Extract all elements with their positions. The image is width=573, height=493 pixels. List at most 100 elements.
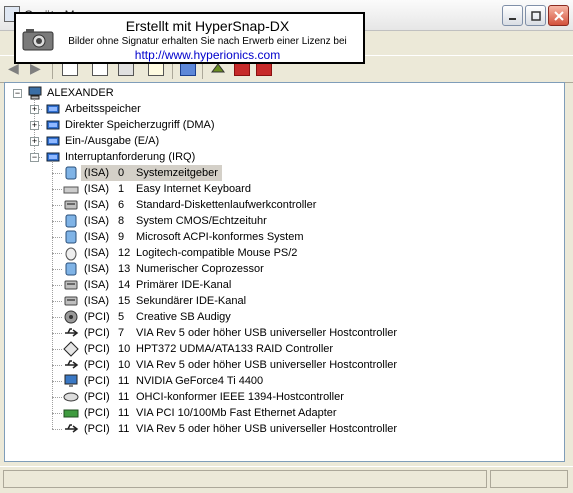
irq-list-item[interactable]: (ISA) 12 Logitech-compatible Mouse PS/2 <box>81 245 301 261</box>
expand-toggle[interactable]: + <box>30 105 39 114</box>
network-adapter-icon <box>63 405 79 421</box>
banner-link[interactable]: http://www.hyperionics.com <box>56 48 359 62</box>
tree-connector <box>52 333 62 334</box>
device-name: OHCI-konformer IEEE 1394-Hostcontroller <box>136 391 344 403</box>
computer-icon <box>27 85 43 101</box>
irq-list-item[interactable]: (PCI) 11 VIA Rev 5 oder höher USB universe… <box>81 421 401 437</box>
tree-category-label[interactable]: Arbeitsspeicher <box>65 101 141 117</box>
tree-root-label[interactable]: ALEXANDER <box>47 85 114 101</box>
device-name: Creative SB Audigy <box>136 311 231 323</box>
banner-subtitle: Bilder ohne Signatur erhalten Sie nach E… <box>68 36 347 47</box>
system-device-icon <box>63 165 79 181</box>
resource-icon <box>45 133 61 149</box>
usb-icon <box>63 421 79 437</box>
irq-bus: (PCI) <box>84 327 110 339</box>
expand-toggle[interactable]: + <box>30 137 39 146</box>
collapse-toggle[interactable]: − <box>30 153 39 162</box>
tree-connector <box>52 349 62 350</box>
irq-number: 5 <box>118 311 125 323</box>
resource-icon <box>45 149 61 165</box>
tree-connector <box>52 365 62 366</box>
irq-list-item[interactable]: (ISA) 15 Sekundärer IDE-Kanal <box>81 293 250 309</box>
irq-list-item[interactable]: (PCI) 5 Creative SB Audigy <box>81 309 235 325</box>
status-bar <box>0 466 573 493</box>
tree-connector <box>52 285 62 286</box>
device-name: Primärer IDE-Kanal <box>136 279 232 291</box>
irq-list-item[interactable]: (ISA) 14 Primärer IDE-Kanal <box>81 277 235 293</box>
device-name: VIA PCI 10/100Mb Fast Ethernet Adapter <box>136 407 337 419</box>
irq-list-item[interactable]: (PCI) 7 VIA Rev 5 oder höher USB universel… <box>81 325 401 341</box>
device-name: VIA Rev 5 oder höher USB universeller Ho… <box>136 359 398 371</box>
tree-category-label[interactable]: Interruptanforderung (IRQ) <box>65 149 195 165</box>
irq-bus: (ISA) <box>84 247 110 259</box>
ide-controller-icon <box>63 293 79 309</box>
irq-bus: (ISA) <box>84 199 110 211</box>
irq-list-item[interactable]: (ISA) 1 Easy Internet Keyboard <box>81 181 255 197</box>
irq-number: 10 <box>118 343 131 355</box>
close-icon <box>553 10 564 21</box>
tree-connector <box>52 413 62 414</box>
tree-connector <box>52 221 62 222</box>
irq-list-item[interactable]: (ISA) 9 Microsoft ACPI-konformes System <box>81 229 308 245</box>
status-pane-secondary <box>490 470 568 488</box>
irq-list-item[interactable]: (ISA) 0 Systemzeitgeber <box>81 165 222 181</box>
usb-icon <box>63 325 79 341</box>
device-name: Sekundärer IDE-Kanal <box>136 295 247 307</box>
irq-list-item[interactable]: (ISA) 13 Numerischer Coprozessor <box>81 261 268 277</box>
tree-category-label[interactable]: Direkter Speicherzugriff (DMA) <box>65 117 215 133</box>
status-pane-main <box>3 470 487 488</box>
collapse-toggle[interactable]: − <box>13 89 22 98</box>
irq-list-item[interactable]: (ISA) 6 Standard-Diskettenlaufwerkcontroll… <box>81 197 320 213</box>
tree-connector <box>52 317 62 318</box>
system-device-icon <box>63 229 79 245</box>
irq-list-item[interactable]: (PCI) 11 NVIDIA GeForce4 Ti 4400 <box>81 373 267 389</box>
maximize-button[interactable] <box>525 5 546 26</box>
irq-list-item[interactable]: (ISA) 8 System CMOS/Echtzeituhr <box>81 213 271 229</box>
irq-list-item[interactable]: (PCI) 10 HPT372 UDMA/ATA133 RAID Controlle… <box>81 341 337 357</box>
banner-title: Erstellt mit HyperSnap-DX <box>125 18 290 34</box>
tree-connector <box>52 205 62 206</box>
device-name: Logitech-compatible Mouse PS/2 <box>136 247 298 259</box>
device-name: NVIDIA GeForce4 Ti 4400 <box>136 375 264 387</box>
irq-number: 7 <box>118 327 125 339</box>
irq-bus: (PCI) <box>84 311 110 323</box>
irq-bus: (PCI) <box>84 423 110 435</box>
irq-bus: (ISA) <box>84 183 110 195</box>
minimize-button[interactable] <box>502 5 523 26</box>
expand-toggle[interactable]: + <box>30 121 39 130</box>
irq-list-item[interactable]: (PCI) 11 VIA PCI 10/100Mb Fast Ethernet Ad… <box>81 405 341 421</box>
tree-connector <box>52 161 53 429</box>
irq-bus: (PCI) <box>84 343 110 355</box>
minimize-icon <box>508 17 516 20</box>
irq-number: 11 <box>118 391 130 403</box>
maximize-icon <box>530 10 541 21</box>
irq-number: 15 <box>118 295 131 307</box>
firewire-icon <box>63 389 79 405</box>
resource-icon <box>45 101 61 117</box>
camera-icon <box>22 29 54 51</box>
tree-connector <box>52 253 62 254</box>
irq-list-item[interactable]: (PCI) 11 OHCI-konformer IEEE 1394-Hostcont… <box>81 389 348 405</box>
irq-number: 12 <box>118 247 131 259</box>
device-name: Systemzeitgeber <box>136 167 218 179</box>
irq-number: 0 <box>118 167 125 179</box>
irq-number: 11 <box>118 423 130 435</box>
usb-icon <box>63 357 79 373</box>
tree-connector <box>52 381 62 382</box>
scsi-raid-icon <box>63 341 79 357</box>
sound-card-icon <box>63 309 79 325</box>
tree-category-label[interactable]: Ein-/Ausgabe (E/A) <box>65 133 159 149</box>
tree-connector <box>52 173 62 174</box>
irq-bus: (ISA) <box>84 231 110 243</box>
close-button[interactable] <box>548 5 569 26</box>
irq-number: 9 <box>118 231 125 243</box>
device-name: Numerischer Coprozessor <box>136 263 264 275</box>
resource-icon <box>45 117 61 133</box>
tree-connector <box>52 429 62 430</box>
tree-connector <box>52 269 62 270</box>
device-tree[interactable]: − ALEXANDER + Arbeitsspeicher + Direkter Spei… <box>4 82 565 462</box>
device-name: VIA Rev 5 oder höher USB universeller Ho… <box>136 327 398 339</box>
irq-list-item[interactable]: (PCI) 10 VIA Rev 5 oder höher USB universe… <box>81 357 401 373</box>
irq-number: 11 <box>118 407 130 419</box>
device-name: VIA Rev 5 oder höher USB universeller Ho… <box>136 423 398 435</box>
